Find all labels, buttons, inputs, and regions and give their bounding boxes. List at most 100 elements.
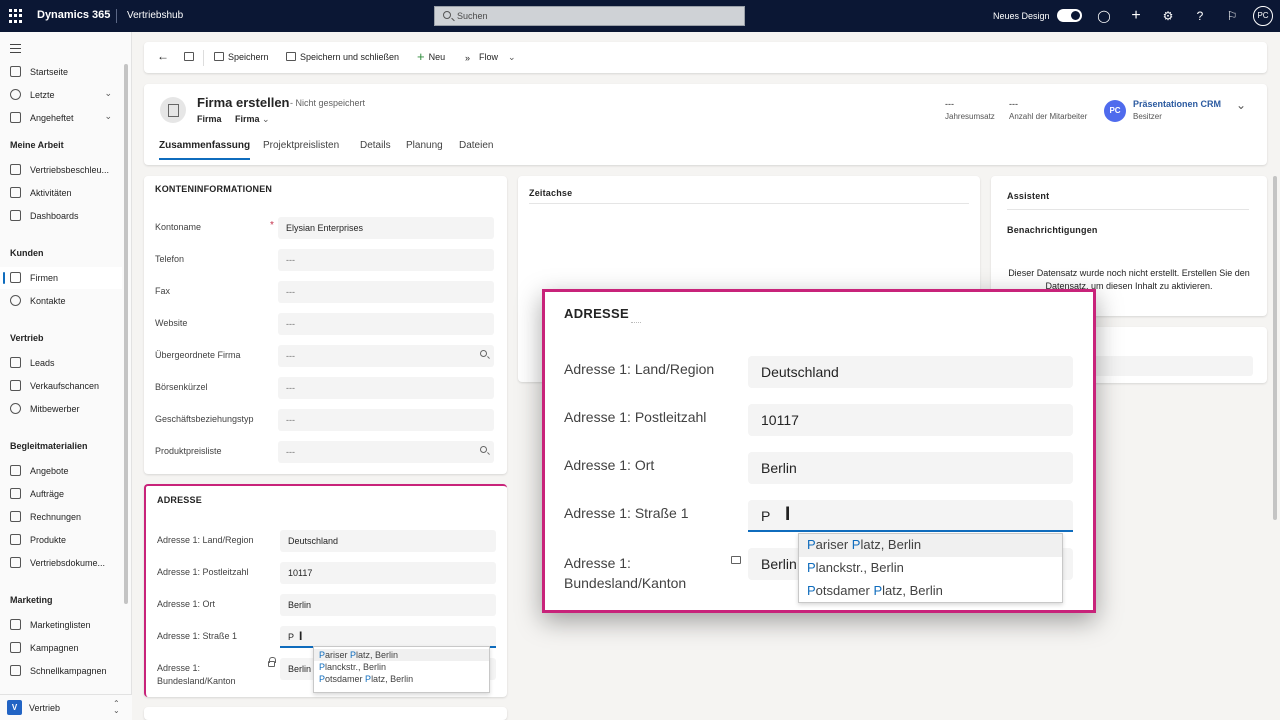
up-down-chevron-icon: ⌃ ⌄ (113, 699, 120, 715)
order-icon (10, 488, 21, 499)
field-label: Website (155, 318, 188, 328)
sidebar-item-marketing-lists[interactable]: Marketinglisten (0, 614, 122, 636)
sidebar-item-dashboards[interactable]: Dashboards (0, 205, 122, 227)
chevron-down-icon[interactable]: ⌄ (104, 111, 112, 122)
gear-icon[interactable]: ⚙ (1161, 9, 1175, 23)
suggestion-item[interactable]: Planckstr., Berlin (314, 661, 489, 673)
parent-account-lookup[interactable]: --- (278, 345, 494, 367)
tab-details[interactable]: Details (360, 140, 391, 151)
app-name[interactable]: Vertriebshub (127, 10, 183, 21)
sidebar-scrollbar[interactable] (124, 64, 128, 604)
sidebar-item-recent[interactable]: Letzte ⌄ (0, 84, 122, 106)
save-and-close-button[interactable]: Speichern und schließen (286, 52, 399, 62)
header-field-label: Jahresumsatz (945, 112, 995, 121)
sidebar-item-contacts[interactable]: Kontakte (0, 290, 122, 312)
sidebar-item-invoices[interactable]: Rechnungen (0, 506, 122, 528)
main-scrollbar[interactable] (1273, 176, 1277, 520)
sidebar-item-label: Startseite (30, 67, 69, 77)
ticker-input[interactable]: --- (278, 377, 494, 399)
form-selector[interactable]: Firma ⌄ (235, 114, 270, 125)
header-field-value: --- (1009, 99, 1018, 109)
plus-icon[interactable]: + (1129, 8, 1143, 24)
plus-icon: + (417, 49, 425, 64)
phone-input[interactable]: --- (278, 249, 494, 271)
tab-planning[interactable]: Planung (406, 140, 443, 151)
header-field-revenue: --- Jahresumsatz (945, 99, 995, 121)
owner-name[interactable]: Präsentationen CRM (1133, 99, 1221, 109)
flow-button[interactable]: » Flow ⌄ (465, 52, 516, 63)
field-country: Adresse 1: Land/Region Deutschland (157, 530, 497, 552)
suggestion-item[interactable]: Pariser Platz, Berlin (314, 649, 489, 661)
country-input[interactable]: Deutschland (280, 530, 496, 552)
lightbulb-icon[interactable]: ◯ (1097, 9, 1111, 23)
new-design-toggle[interactable] (1057, 9, 1082, 22)
suggestion-item[interactable]: Planckstr., Berlin (799, 557, 1062, 580)
sidebar-item-orders[interactable]: Aufträge (0, 483, 122, 505)
field-label: Adresse 1: Land/Region (564, 361, 715, 377)
tab-project-price-lists[interactable]: Projektpreislisten (263, 140, 339, 151)
area-switcher[interactable]: V Vertrieb ⌃ ⌄ (0, 694, 132, 720)
save-icon (214, 52, 224, 61)
sidebar-item-sales-documents[interactable]: Vertriebsdokume... (0, 552, 122, 574)
sidebar-item-quick-campaigns[interactable]: Schnellkampagnen (0, 660, 122, 682)
sidebar-item-opportunities[interactable]: Verkaufschancen (0, 375, 122, 397)
help-icon[interactable]: ? (1193, 9, 1207, 23)
tab-summary[interactable]: Zusammenfassung (159, 140, 251, 160)
tab-files[interactable]: Dateien (459, 140, 493, 151)
save-close-label: Speichern und schließen (300, 52, 400, 62)
sidebar-item-competitors[interactable]: Mitbewerber (0, 398, 122, 420)
street-input[interactable]: PI (280, 626, 496, 648)
lock-icon (731, 556, 741, 564)
search-input[interactable]: Suchen (434, 6, 745, 26)
sidebar-item-products[interactable]: Produkte (0, 529, 122, 551)
search-icon[interactable] (480, 350, 487, 357)
street-input[interactable]: P I (748, 500, 1073, 532)
account-name-input[interactable]: Elysian Enterprises (278, 217, 494, 239)
sidebar-item-label: Aufträge (30, 489, 65, 499)
lookup-input[interactable] (1091, 356, 1253, 376)
hamburger-icon[interactable] (10, 44, 21, 56)
suggestion-item[interactable]: Potsdamer Platz, Berlin (799, 580, 1062, 603)
city-input[interactable]: Berlin (748, 452, 1073, 484)
chevron-down-icon[interactable]: ⌄ (104, 88, 112, 99)
chevron-down-icon[interactable]: ⌄ (508, 52, 516, 62)
new-button[interactable]: + Neu (417, 49, 445, 64)
app-launcher-icon[interactable] (9, 9, 23, 23)
postal-code-input[interactable]: 10117 (748, 404, 1073, 436)
user-avatar[interactable]: PC (1253, 6, 1273, 26)
sidebar-item-pinned[interactable]: Angeheftet ⌄ (0, 107, 122, 129)
sidebar-item-leads[interactable]: Leads (0, 352, 122, 374)
field-account-name: Kontoname * Elysian Enterprises (155, 217, 495, 239)
owner-avatar[interactable]: PC (1104, 100, 1126, 122)
field-postal-code: Adresse 1: Postleitzahl 10117 (157, 562, 497, 584)
country-input[interactable]: Deutschland (748, 356, 1073, 388)
sidebar-section-title: Marketing (10, 595, 53, 605)
suggestion-item[interactable]: Potsdamer Platz, Berlin (314, 673, 489, 685)
field-label: Adresse 1: Postleitzahl (157, 567, 249, 577)
sidebar-item-accounts[interactable]: Firmen (0, 267, 122, 289)
save-button[interactable]: Speichern (214, 52, 269, 62)
document-icon (10, 465, 21, 476)
postal-code-input[interactable]: 10117 (280, 562, 496, 584)
expand-header-chevron-icon[interactable]: ⌄ (1236, 98, 1246, 112)
price-list-lookup[interactable]: --- (278, 441, 494, 463)
relationship-type-select[interactable]: --- (278, 409, 494, 431)
sidebar-item-home[interactable]: Startseite (0, 61, 122, 83)
field-label: Adresse 1: Postleitzahl (564, 409, 707, 425)
sidebar-item-campaigns[interactable]: Kampagnen (0, 637, 122, 659)
lookup-value: --- (286, 447, 295, 457)
open-new-window-icon[interactable] (184, 52, 198, 62)
brand-name[interactable]: Dynamics 365 (37, 9, 110, 21)
back-arrow-icon[interactable]: ← (157, 49, 169, 63)
fax-input[interactable]: --- (278, 281, 494, 303)
sidebar-item-sales-accelerator[interactable]: Vertriebsbeschleu... (0, 159, 122, 181)
website-input[interactable]: --- (278, 313, 494, 335)
search-icon[interactable] (480, 446, 487, 453)
city-input[interactable]: Berlin (280, 594, 496, 616)
suggestion-item[interactable]: Pariser Platz, Berlin (799, 534, 1062, 557)
feedback-icon[interactable]: ⚐ (1225, 9, 1239, 23)
sidebar-item-activities[interactable]: Aktivitäten (0, 182, 122, 204)
save-close-icon (286, 52, 296, 61)
sidebar: Startseite Letzte ⌄ Angeheftet ⌄ Meine Arb… (0, 32, 132, 720)
sidebar-item-quotes[interactable]: Angebote (0, 460, 122, 482)
